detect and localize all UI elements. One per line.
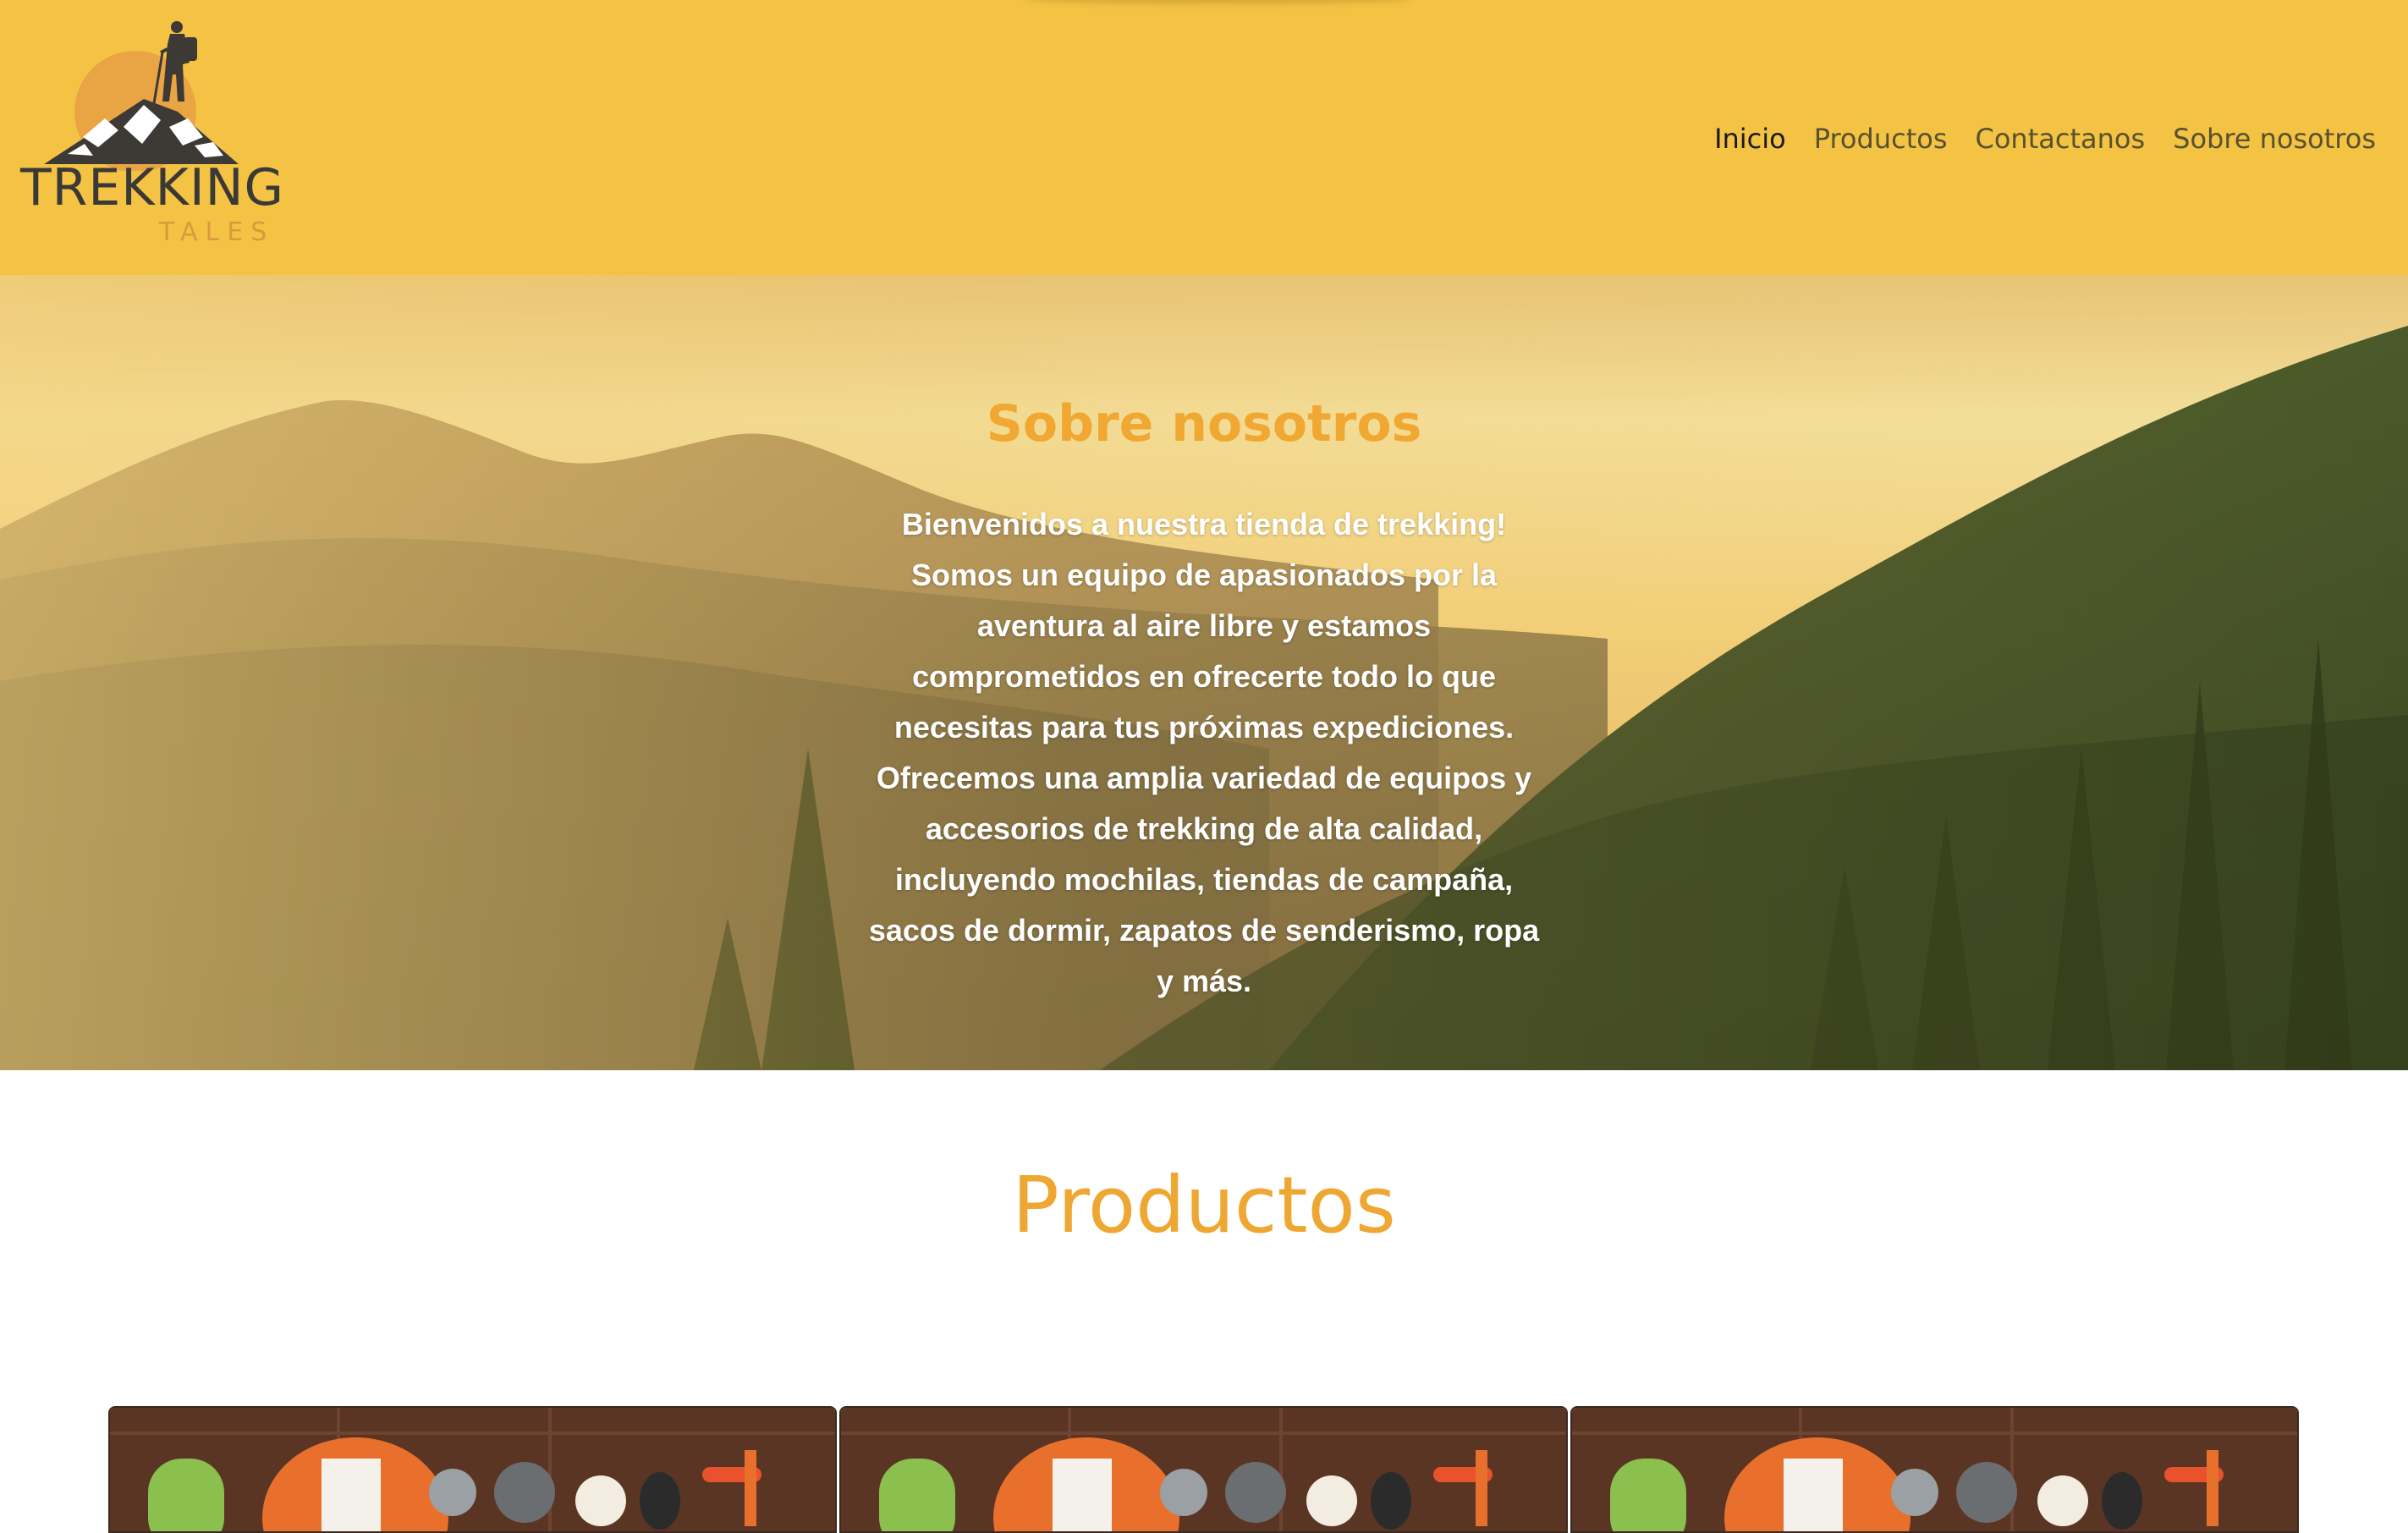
- about-hero: Sobre nosotros Bienvenidos a nuestra tie…: [0, 275, 2408, 1070]
- products-title: Productos: [1012, 1160, 1396, 1250]
- mountain-hiker-icon: [44, 21, 239, 171]
- header-shadow: [1024, 0, 1413, 3]
- nav-item-productos[interactable]: Productos: [1814, 118, 1948, 159]
- product-card[interactable]: [108, 1406, 837, 1533]
- trekking-gear-image: [110, 1408, 835, 1531]
- main-nav: Inicio Productos Contactanos Sobre nosot…: [1714, 118, 2376, 159]
- trekking-gear-image: [1572, 1408, 2297, 1531]
- product-card[interactable]: [839, 1406, 1568, 1533]
- product-card[interactable]: [1570, 1406, 2299, 1533]
- nav-item-contactanos[interactable]: Contactanos: [1975, 118, 2145, 159]
- site-header: TREKKING TALES Inicio Productos Contacta…: [0, 0, 2408, 275]
- brand-logo[interactable]: TREKKING TALES: [17, 19, 283, 251]
- about-title: Sobre nosotros: [986, 394, 1422, 453]
- trekking-gear-image: [841, 1408, 1566, 1531]
- logo-title: TREKKING: [20, 158, 285, 217]
- nav-item-inicio[interactable]: Inicio: [1714, 118, 1786, 159]
- logo-subtitle: TALES: [159, 217, 275, 247]
- nav-item-sobre-nosotros[interactable]: Sobre nosotros: [2173, 118, 2376, 159]
- about-description: Bienvenidos a nuestra tienda de trekking…: [868, 507, 1540, 998]
